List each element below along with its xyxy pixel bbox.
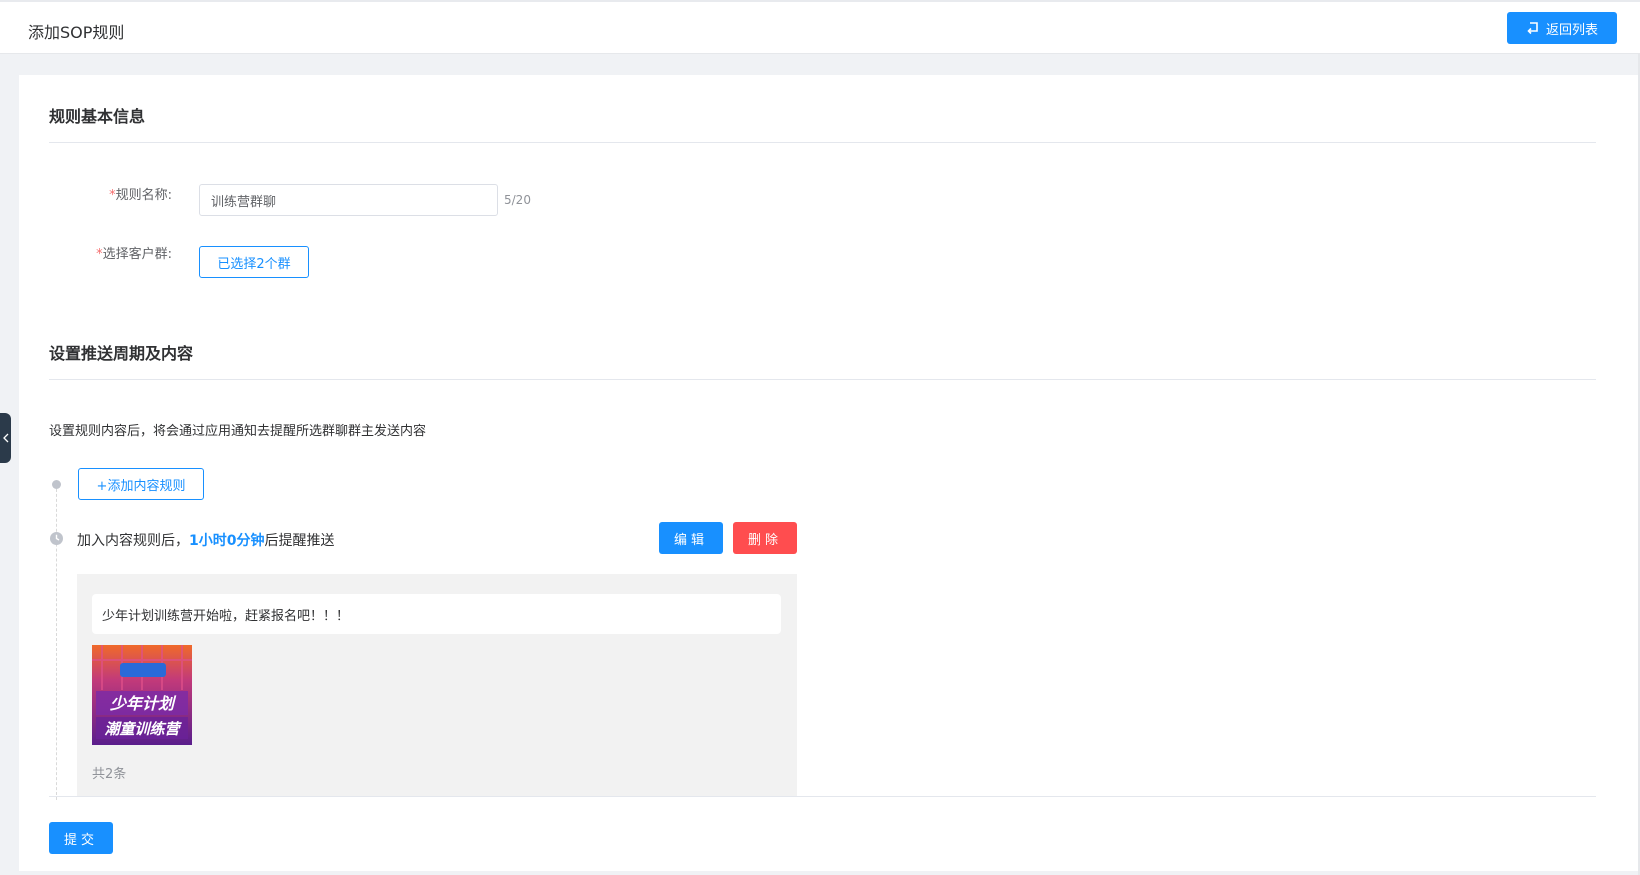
poster-thumbnail[interactable]: 少年计划 潮童训练营 <box>92 645 192 745</box>
divider <box>49 796 1596 797</box>
rule-name-counter: 5/20 <box>504 193 531 207</box>
poster-caption-line2: 潮童训练营 <box>104 720 182 738</box>
select-groups-button[interactable]: 已选择2个群 <box>199 246 309 278</box>
edit-button[interactable]: 编辑 <box>659 522 723 554</box>
rule-suffix: 后提醒推送 <box>264 533 335 549</box>
divider <box>49 379 1596 380</box>
submit-button[interactable]: 提交 <box>49 822 113 854</box>
back-to-list-button[interactable]: 返回列表 <box>1507 12 1617 44</box>
rule-name-label-text: 规则名称: <box>115 188 172 203</box>
rule-content-box: 少年计划训练营开始啦，赶紧报名吧！！！ 少年计划 潮童训练营 共2条 <box>77 574 797 796</box>
rule-prefix: 加入内容规则后， <box>77 533 189 549</box>
sidebar-collapse-toggle[interactable] <box>0 413 11 463</box>
customer-group-label: *选择客户群: <box>32 243 172 262</box>
rule-name-input[interactable] <box>199 184 498 216</box>
divider <box>49 142 1596 143</box>
timeline-dot <box>52 480 61 489</box>
top-bar: 添加SOP规则 返回列表 <box>0 0 1640 54</box>
item-count: 共2条 <box>92 767 127 782</box>
push-description: 设置规则内容后，将会通过应用通知去提醒所选群聊群主发送内容 <box>49 424 427 439</box>
poster-image: 少年计划 潮童训练营 <box>92 645 192 745</box>
push-settings-title: 设置推送周期及内容 <box>49 344 194 363</box>
rule-time: 1小时0分钟 <box>189 533 265 549</box>
clock-icon <box>50 532 63 545</box>
basic-info-title: 规则基本信息 <box>49 107 146 126</box>
delete-button[interactable]: 删除 <box>733 522 797 554</box>
rule-name-label: *规则名称: <box>32 184 172 203</box>
add-content-rule-button[interactable]: +添加内容规则 <box>78 468 204 500</box>
poster-caption-line1: 少年计划 <box>110 694 177 713</box>
page-title: 添加SOP规则 <box>28 23 125 42</box>
customer-group-label-text: 选择客户群: <box>102 247 172 262</box>
return-icon <box>1527 22 1538 35</box>
rule-timing-text: 加入内容规则后，1小时0分钟后提醒推送 <box>77 530 334 550</box>
message-text-card: 少年计划训练营开始啦，赶紧报名吧！！！ <box>92 594 781 634</box>
chevron-left-icon <box>2 433 8 443</box>
back-to-list-label: 返回列表 <box>1545 22 1598 38</box>
